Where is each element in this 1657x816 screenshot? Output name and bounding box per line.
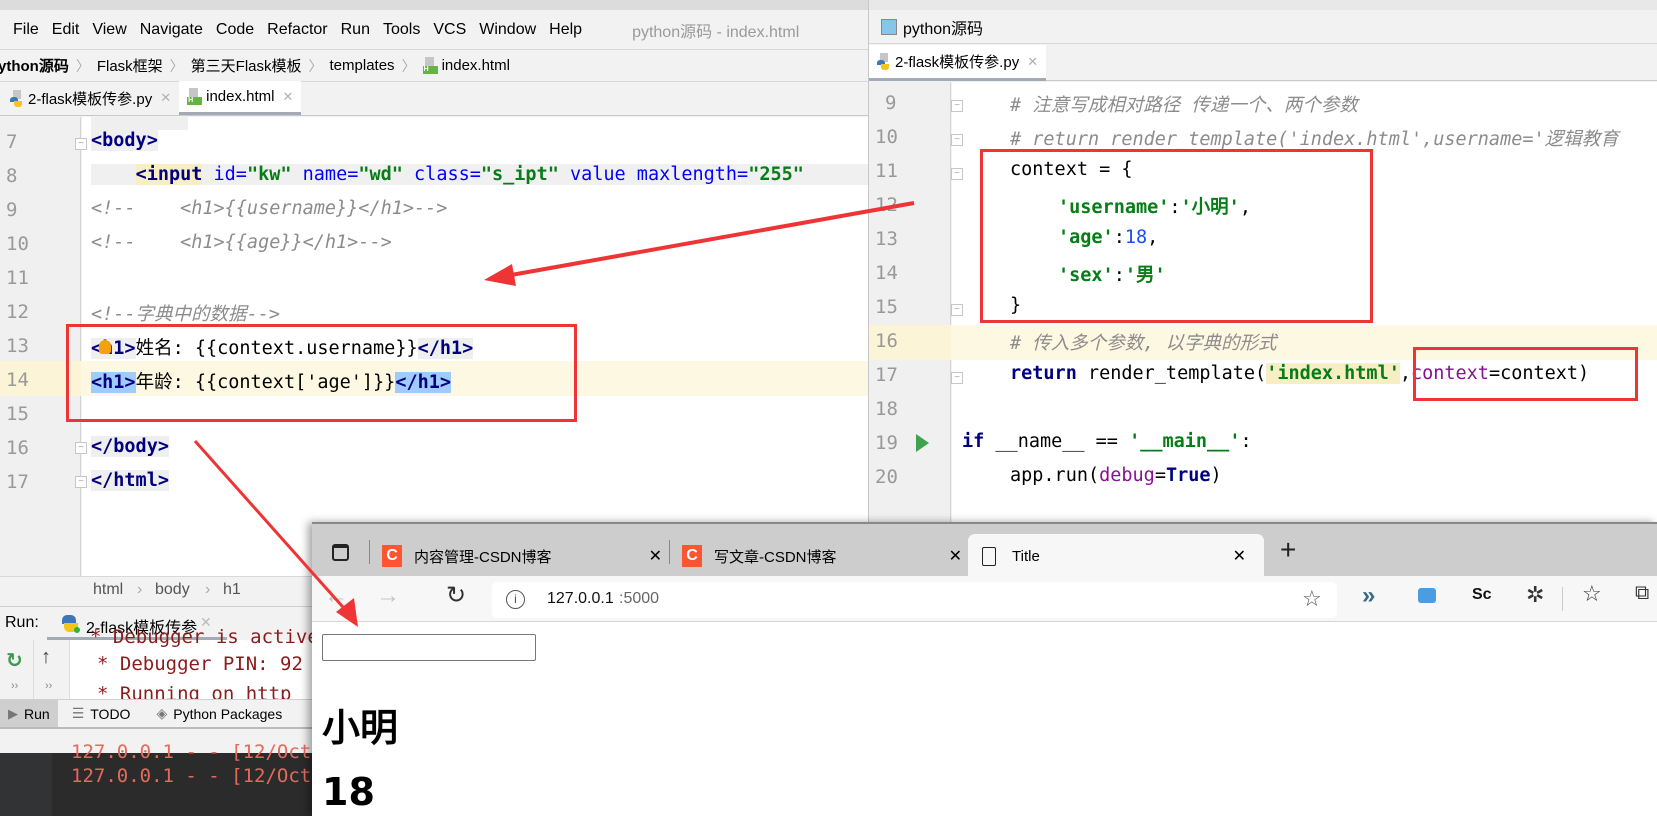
annotation-arrows bbox=[193, 201, 915, 627]
annotation-arrow-line bbox=[193, 440, 352, 616]
annotation-arrow-line bbox=[499, 201, 915, 279]
annotation-arrowhead bbox=[484, 264, 516, 286]
